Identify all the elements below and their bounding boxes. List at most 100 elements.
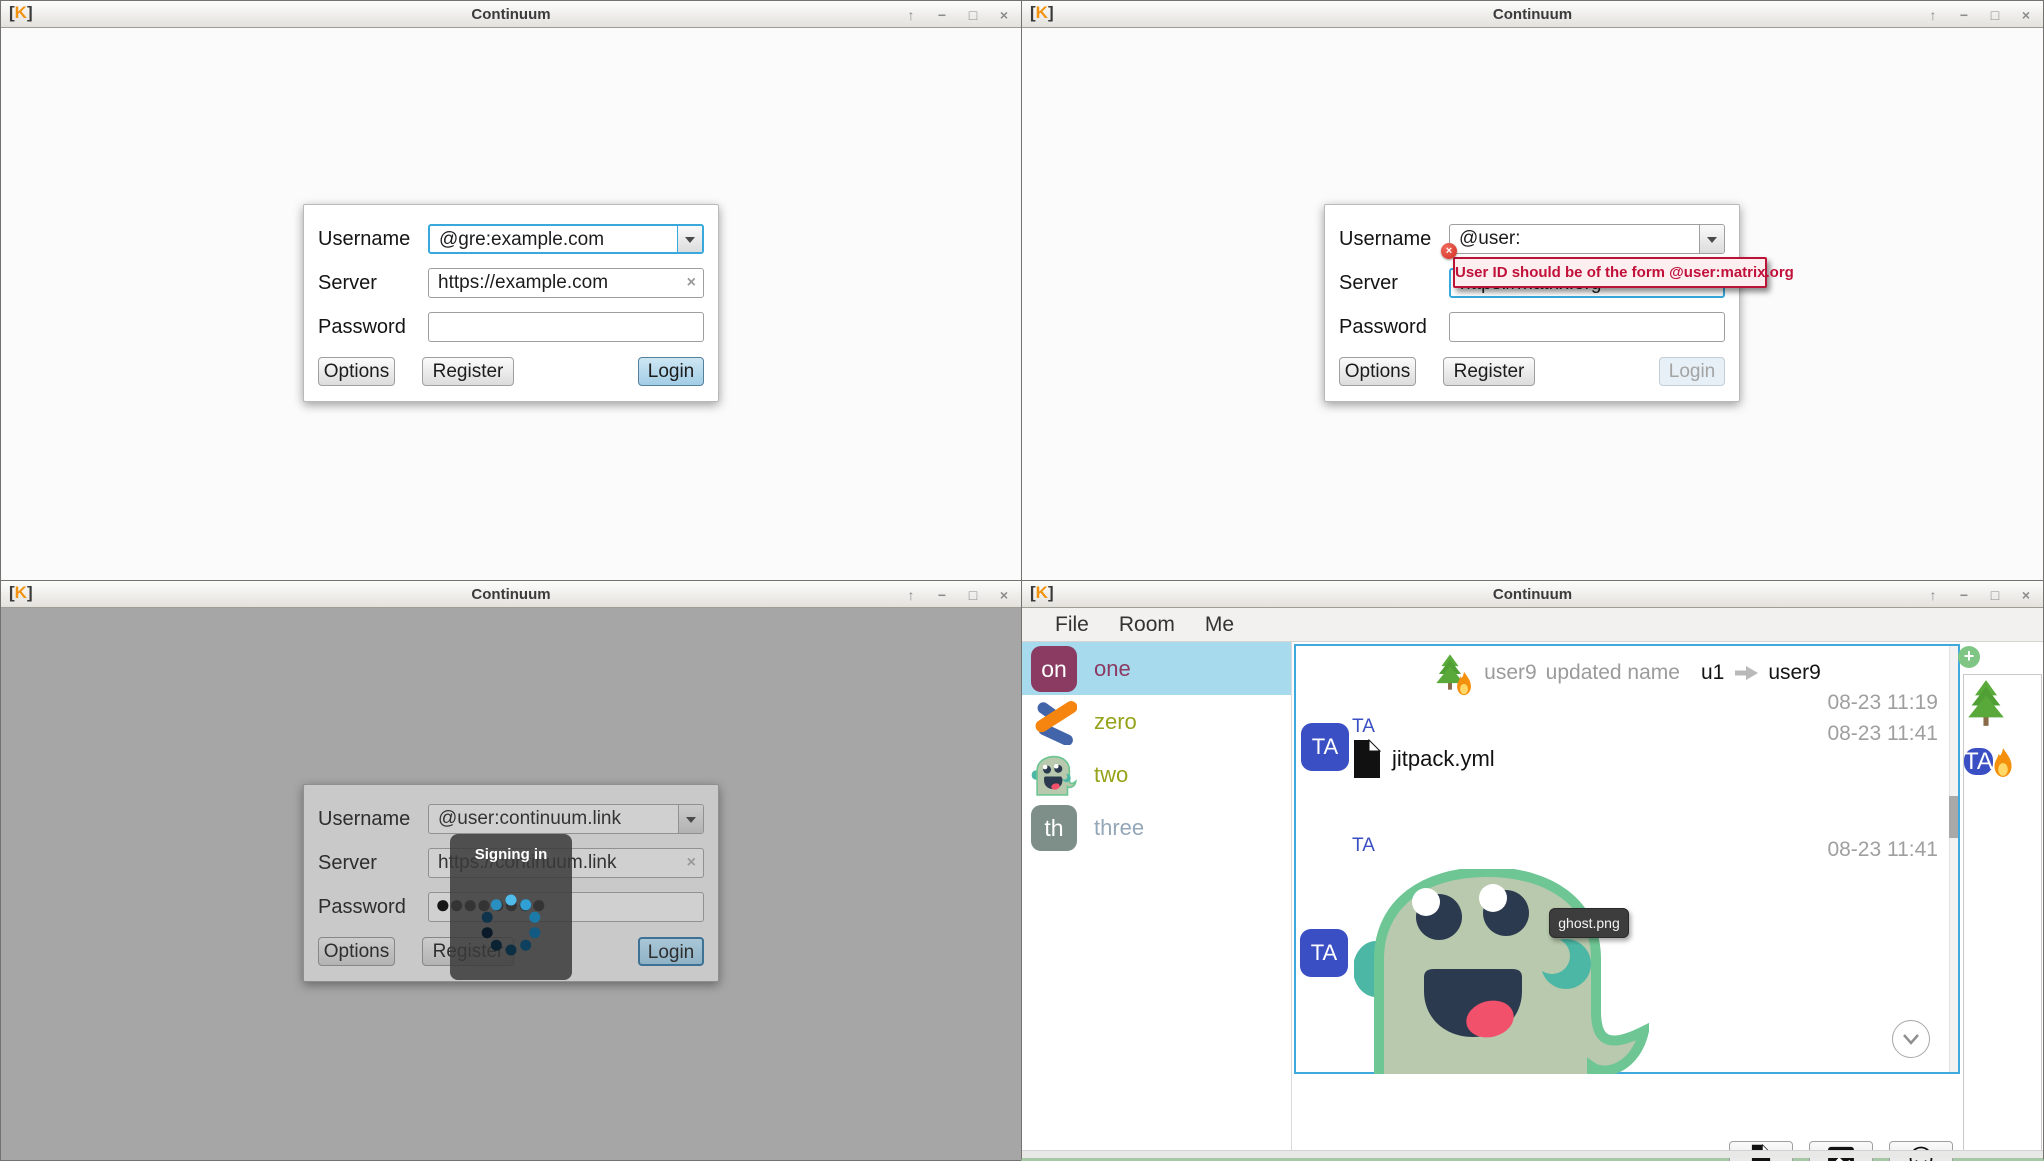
login-button[interactable]: Login [1659, 357, 1725, 386]
register-button[interactable]: Register [422, 357, 514, 386]
password-label: Password [1339, 312, 1427, 342]
room-list: on one zero [1022, 642, 1291, 1158]
login-window-content: Username @gre:example.com Server https:/… [1, 28, 1021, 580]
titlebar[interactable]: [K] Continuum ↑ − □ × [1, 1, 1021, 28]
member-avatar-ta[interactable]: TA [1964, 748, 1993, 775]
shade-icon[interactable]: ↑ [1926, 587, 1940, 603]
notice-actor: user9 [1484, 661, 1537, 685]
clear-icon[interactable]: × [687, 269, 696, 297]
notice-old-name: u1 [1701, 661, 1724, 685]
maximize-icon[interactable]: □ [966, 7, 980, 23]
room-item-three[interactable]: th three [1022, 801, 1291, 854]
minimize-icon[interactable]: − [935, 7, 949, 23]
maximize-icon[interactable]: □ [1988, 587, 2002, 603]
login-button: Login [638, 937, 704, 966]
avatar: th [1031, 805, 1077, 851]
room-item-zero[interactable]: zero [1022, 695, 1291, 748]
register-button[interactable]: Register [1443, 357, 1535, 386]
image-tooltip: ghost.png [1549, 908, 1629, 938]
main-area: on one zero [1022, 642, 2043, 1158]
avatar: on [1031, 646, 1077, 692]
chat-timeline[interactable]: user9 updated name u1 user9 08-23 11:19 … [1294, 644, 1960, 1074]
shade-icon[interactable]: ↑ [904, 587, 918, 603]
options-button[interactable]: Options [1339, 357, 1416, 386]
close-icon[interactable]: × [997, 7, 1011, 23]
menu-me[interactable]: Me [1190, 613, 1249, 637]
sender-name: TA [1352, 835, 1375, 857]
server-field[interactable]: https://example.com × [428, 268, 704, 298]
room-item-two[interactable]: two [1022, 748, 1291, 801]
minimize-icon[interactable]: − [1957, 587, 1971, 603]
scrollbar-thumb[interactable] [1949, 796, 1958, 838]
login-window-1: [K] Continuum ↑ − □ × Username @gre:exam… [0, 0, 1022, 581]
titlebar[interactable]: [K] Continuum ↑ − □ × [1022, 581, 2043, 608]
shade-icon[interactable]: ↑ [1926, 7, 1940, 23]
close-icon[interactable]: × [2019, 7, 2033, 23]
close-icon[interactable]: × [997, 587, 1011, 603]
chevron-down-icon[interactable] [677, 226, 702, 252]
add-member-button[interactable]: + [1958, 646, 1980, 668]
chevron-down-icon [678, 805, 703, 833]
login-window-3: [K] Continuum ↑ − □ × Username @user:con… [0, 580, 1022, 1161]
app-icon: [K] [9, 583, 33, 603]
window-title: Continuum [1, 6, 1021, 23]
menu-room[interactable]: Room [1104, 613, 1190, 637]
username-label: Username [318, 224, 410, 254]
username-label: Username [318, 804, 410, 834]
kotlin-logo-icon [1031, 699, 1077, 745]
login-button[interactable]: Login [638, 357, 704, 386]
notice-action: updated name [1546, 661, 1680, 685]
scroll-to-bottom-button[interactable] [1892, 1020, 1930, 1058]
titlebar[interactable]: [K] Continuum ↑ − □ × [1022, 1, 2043, 28]
username-label: Username [1339, 224, 1431, 254]
app-icon: [K] [1030, 583, 1054, 603]
arrow-right-icon [1733, 665, 1759, 681]
error-icon: × [1441, 243, 1457, 259]
timestamp: 08-23 11:19 [1827, 691, 1938, 715]
signing-in-popup: Signing in [450, 834, 572, 980]
member-list: TA [1963, 674, 2042, 1152]
tree-fire-avatar [1433, 650, 1475, 696]
window-title: Continuum [1022, 586, 2043, 603]
username-combobox[interactable]: @user: [1449, 224, 1725, 254]
minimize-icon[interactable]: − [935, 587, 949, 603]
divider [1291, 642, 1292, 1158]
password-field[interactable] [428, 312, 704, 342]
password-field[interactable] [1449, 312, 1725, 342]
close-icon[interactable]: × [2019, 587, 2033, 603]
spinner-icon [450, 872, 572, 972]
member-avatar-tree-fire[interactable] [1964, 718, 2008, 735]
timestamp: 08-23 11:41 [1827, 722, 1938, 746]
server-label: Server [318, 848, 377, 878]
login-window-2: [K] Continuum ↑ − □ × Username @user: [1021, 0, 2044, 581]
options-button[interactable]: Options [318, 357, 395, 386]
scrollbar[interactable] [1949, 646, 1958, 1072]
maximize-icon[interactable]: □ [1988, 7, 2002, 23]
login-window-content-disabled: Username @user:continuum.link Server htt… [1, 608, 1021, 1160]
room-item-one[interactable]: on one [1022, 642, 1291, 695]
server-label: Server [318, 268, 377, 298]
file-icon [1352, 738, 1382, 780]
file-name: jitpack.yml [1392, 746, 1495, 772]
login-form: Username @user: Server https://matrix.or… [1324, 204, 1740, 402]
status-strip [1022, 1150, 2043, 1158]
fire-icon [1990, 746, 2016, 778]
titlebar[interactable]: [K] Continuum ↑ − □ × [1, 581, 1021, 608]
avatar: TA [1300, 929, 1348, 977]
shade-icon[interactable]: ↑ [904, 7, 918, 23]
main-window: [K] Continuum ↑ − □ × File Room Me on on… [1021, 580, 2044, 1161]
minimize-icon[interactable]: − [1957, 7, 1971, 23]
file-attachment[interactable]: jitpack.yml [1352, 738, 1495, 780]
membership-notice: user9 updated name u1 user9 [1296, 650, 1958, 696]
password-label: Password [318, 312, 406, 342]
sender-name: TA [1352, 716, 1375, 738]
username-combobox[interactable]: @gre:example.com [428, 224, 704, 254]
signing-in-label: Signing in [450, 846, 572, 863]
menu-file[interactable]: File [1040, 613, 1104, 637]
app-icon: [K] [1030, 3, 1054, 23]
image-attachment-ghost[interactable] [1354, 869, 1649, 1074]
chevron-down-icon[interactable] [1699, 225, 1724, 253]
maximize-icon[interactable]: □ [966, 587, 980, 603]
notice-new-name: user9 [1768, 661, 1821, 685]
login-form: Username @gre:example.com Server https:/… [303, 204, 719, 402]
